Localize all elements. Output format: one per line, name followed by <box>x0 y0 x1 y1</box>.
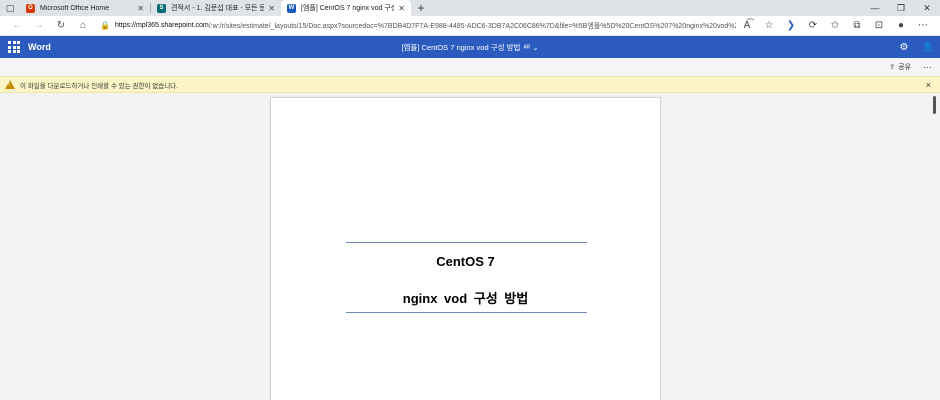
window-controls: — ❐ ✕ <box>862 0 940 16</box>
profile-sync-icon[interactable]: ⊡ <box>868 17 890 35</box>
new-tab-button[interactable]: + <box>411 0 431 16</box>
warning-text: 이 파일을 다운로드하거나 인쇄할 수 있는 권한이 없습니다. <box>20 82 178 90</box>
back-icon[interactable]: ← <box>6 17 28 35</box>
address-bar: ← → ↻ ⌂ 🔒 https://mpl365.sharepoint.com /… <box>0 16 940 36</box>
url-field[interactable]: 🔒 https://mpl365.sharepoint.com/:w:/r/si… <box>94 18 736 34</box>
doc-heading-line2: nginx vod 구성 방법 <box>402 291 529 306</box>
app-launcher-icon[interactable] <box>2 36 26 58</box>
share-icon: ⇪ <box>889 64 896 71</box>
doc-title-area: [엠플] CentOS 7 nginx vod 구성 방법 ᴬᴿ ⌄ <box>0 36 940 58</box>
command-bar: ⇪ 공유 ··· <box>0 58 940 76</box>
close-warning-icon[interactable]: × <box>926 80 931 90</box>
warning-icon <box>5 80 15 89</box>
vertical-scrollbar[interactable] <box>930 93 940 400</box>
collections-icon[interactable]: ⧉ <box>846 17 868 35</box>
account-icon[interactable]: 👤 <box>916 36 940 58</box>
tab-office-home[interactable]: O Microsoft Office Home ✕ <box>20 0 150 16</box>
tab-actions-icon[interactable]: ▢ <box>0 0 20 16</box>
top-divider <box>346 242 587 243</box>
doc-heading-line1: CentOS 7 <box>436 254 495 269</box>
tab-title: [엠플] CentOS 7 nginx vod 구성 <box>301 5 395 12</box>
doc-title-button[interactable]: [엠플] CentOS 7 nginx vod 구성 방법 ᴬᴿ ⌄ <box>401 42 538 53</box>
bottom-divider <box>346 312 587 313</box>
app-name[interactable]: Word <box>28 42 51 52</box>
lock-icon[interactable]: 🔒 <box>100 21 110 30</box>
document-canvas[interactable]: CentOS 7 nginx vod 구성 방법 <box>0 93 940 400</box>
tab-word-doc[interactable]: W [엠플] CentOS 7 nginx vod 구성 ✕ <box>281 0 411 16</box>
home-icon[interactable]: ⌂ <box>72 17 94 35</box>
url-host: https://mpl365.sharepoint.com <box>114 22 209 29</box>
favorite-star-icon[interactable]: ☆ <box>758 17 780 35</box>
refresh-icon[interactable]: ↻ <box>50 17 72 35</box>
restore-icon[interactable]: ❐ <box>888 0 914 16</box>
tab-title: 견적서 - 1. 김문섭 대표 - 모든 문 <box>171 5 265 12</box>
tab-title: Microsoft Office Home <box>40 4 110 12</box>
doc-title: [엠플] CentOS 7 nginx vod 구성 방법 <box>401 42 521 52</box>
share-button[interactable]: ⇪ 공유 <box>889 62 911 72</box>
refresh-extension-icon[interactable]: ⟳ <box>802 17 824 35</box>
gear-icon[interactable]: ⚙ <box>892 36 916 58</box>
forward-icon[interactable]: → <box>28 17 50 35</box>
more-options-icon[interactable]: ··· <box>923 62 932 72</box>
extension-icon[interactable]: ❯ <box>780 17 802 35</box>
word-icon: W <box>287 3 296 13</box>
close-tab-icon[interactable]: ✕ <box>137 4 144 13</box>
avatar[interactable]: ● <box>890 17 912 35</box>
tab-sharepoint[interactable]: S 견적서 - 1. 김문섭 대표 - 모든 문 ✕ <box>151 0 281 16</box>
word-header: Word [엠플] CentOS 7 nginx vod 구성 방법 ᴬᴿ ⌄ … <box>0 36 940 58</box>
share-label: 공유 <box>898 64 911 71</box>
close-tab-icon[interactable]: ✕ <box>268 4 275 13</box>
permission-warning-bar: 이 파일을 다운로드하거나 인쇄할 수 있는 권한이 없습니다. × <box>0 76 940 93</box>
sharepoint-icon: S <box>157 3 166 13</box>
read-aloud-icon[interactable]: A͡ <box>736 17 758 35</box>
document-page[interactable]: CentOS 7 nginx vod 구성 방법 <box>270 97 661 400</box>
close-window-icon[interactable]: ✕ <box>914 0 940 16</box>
minimize-icon[interactable]: — <box>862 0 888 16</box>
chevron-down-icon: ᴬᴿ ⌄ <box>523 42 539 52</box>
office-icon: O <box>26 3 35 13</box>
tab-strip: ▢ O Microsoft Office Home ✕ S 견적서 - 1. 김… <box>0 0 940 16</box>
scrollbar-thumb[interactable] <box>933 96 936 114</box>
url-path: /:w:/r/sites/estimate/_layouts/15/Doc.as… <box>208 22 736 30</box>
settings-menu-icon[interactable]: ⋯ <box>912 17 934 35</box>
favorites-icon[interactable]: ✩ <box>824 17 846 35</box>
close-tab-icon[interactable]: ✕ <box>398 4 405 13</box>
